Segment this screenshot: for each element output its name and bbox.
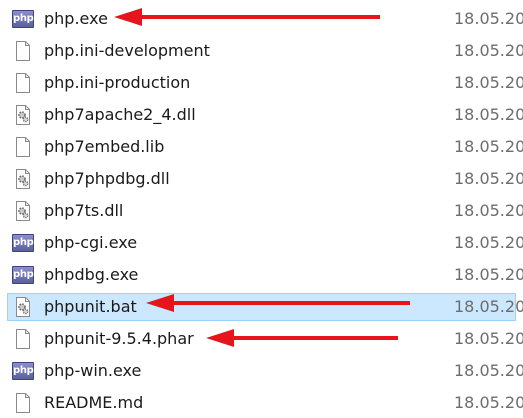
- dll-gear-file-icon: [13, 168, 33, 190]
- file-row[interactable]: php7ts.dll 18.05.20: [0, 197, 523, 225]
- file-date-modified: 18.05.20: [454, 137, 523, 156]
- php-badge-text: php: [13, 237, 34, 248]
- php-exe-icon: php: [12, 10, 34, 28]
- file-row[interactable]: php php-win.exe 18.05.20: [0, 357, 523, 385]
- file-date-modified: 18.05.20: [454, 329, 523, 348]
- file-date-modified: 18.05.20: [454, 41, 523, 60]
- file-row[interactable]: php7embed.lib 18.05.20: [0, 133, 523, 161]
- file-name: phpdbg.exe: [44, 265, 139, 284]
- file-name: php-win.exe: [44, 361, 142, 380]
- php-badge-text: php: [13, 13, 34, 24]
- blank-file-icon: [13, 72, 33, 94]
- file-row[interactable]: phpunit.bat 18.05.20: [0, 293, 523, 321]
- file-date-modified: 18.05.20: [454, 233, 523, 252]
- file-name: php7embed.lib: [44, 137, 165, 156]
- file-row[interactable]: php7phpdbg.dll 18.05.20: [0, 165, 523, 193]
- file-name: php.ini-production: [44, 73, 191, 92]
- dll-gear-file-icon: [13, 200, 33, 222]
- file-name: php.exe: [44, 9, 108, 28]
- file-name: php7phpdbg.dll: [44, 169, 170, 188]
- file-date-modified: 18.05.20: [454, 73, 523, 92]
- file-name: phpunit-9.5.4.phar: [44, 329, 194, 348]
- file-name: phpunit.bat: [44, 297, 137, 316]
- blank-file-icon: [13, 392, 33, 414]
- file-row[interactable]: README.md 18.05.20: [0, 389, 523, 417]
- file-date-modified: 18.05.20: [454, 105, 523, 124]
- php-badge-text: php: [13, 269, 34, 280]
- file-date-modified: 18.05.20: [454, 393, 523, 412]
- file-name: php.ini-development: [44, 41, 210, 60]
- file-row[interactable]: php.ini-development 18.05.20: [0, 37, 523, 65]
- php-exe-icon: php: [12, 234, 34, 252]
- file-name: php-cgi.exe: [44, 233, 138, 252]
- file-row[interactable]: phpunit-9.5.4.phar 18.05.20: [0, 325, 523, 353]
- file-name: php7ts.dll: [44, 201, 124, 220]
- file-row[interactable]: php7apache2_4.dll 18.05.20: [0, 101, 523, 129]
- php-exe-icon: php: [12, 362, 34, 380]
- dll-gear-file-icon: [13, 104, 33, 126]
- file-date-modified: 18.05.20: [454, 265, 523, 284]
- file-row[interactable]: php phpdbg.exe 18.05.20: [0, 261, 523, 289]
- file-name: README.md: [44, 393, 144, 412]
- file-row[interactable]: php.ini-production 18.05.20: [0, 69, 523, 97]
- file-date-modified: 18.05.20: [454, 201, 523, 220]
- file-date-modified: 18.05.20: [454, 9, 523, 28]
- file-row[interactable]: php php-cgi.exe 18.05.20: [0, 229, 523, 257]
- blank-file-icon: [13, 136, 33, 158]
- blank-file-icon: [13, 40, 33, 62]
- blank-file-icon: [13, 328, 33, 350]
- file-name: php7apache2_4.dll: [44, 105, 196, 124]
- file-date-modified: 18.05.20: [454, 169, 523, 188]
- php-exe-icon: php: [12, 266, 34, 284]
- php-badge-text: php: [13, 365, 34, 376]
- file-row[interactable]: php php.exe 18.05.20: [0, 5, 523, 33]
- file-date-modified: 18.05.20: [454, 297, 523, 316]
- bat-gear-file-icon: [13, 296, 33, 318]
- file-date-modified: 18.05.20: [454, 361, 523, 380]
